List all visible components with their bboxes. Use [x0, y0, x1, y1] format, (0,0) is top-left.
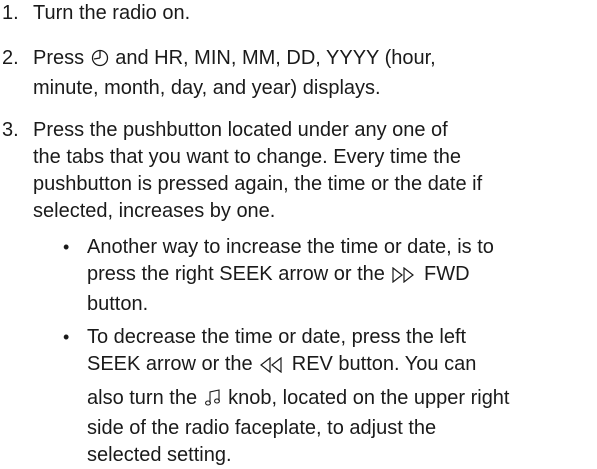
bullet-line: To decrease the time or date, press the …	[87, 326, 467, 348]
step-text: Turn the radio on.	[33, 0, 593, 27]
step-line: Turn the radio on.	[33, 2, 191, 24]
bullet-line: side of the radio faceplate, to adjust t…	[87, 417, 437, 439]
bullet-symbol: •	[63, 327, 70, 347]
rewind-icon	[259, 354, 285, 381]
step-line: the tabs that you want to change. Every …	[33, 146, 462, 168]
bullet-line: also turn the knob, located on the upper…	[87, 385, 597, 415]
step-line: pushbutton is pressed again, the time or…	[33, 173, 483, 195]
text-segment: knob, located on the upper right	[222, 387, 510, 409]
instruction-page: 1. Turn the radio on. 2. Press and HR, M…	[0, 0, 597, 469]
bullet-text: Another way to increase the time or date…	[87, 234, 597, 318]
bullet-line: button.	[87, 293, 149, 315]
step-number: 2.	[2, 47, 19, 69]
step-number: 1.	[2, 2, 19, 24]
fast-forward-icon	[391, 264, 417, 291]
step-line: selected, increases by one.	[33, 200, 276, 222]
bullet-symbol: •	[63, 237, 70, 257]
bullet-line: selected setting.	[87, 444, 232, 466]
bullet-line: SEEK arrow or the REV button. You can	[87, 351, 597, 381]
clock-icon	[91, 48, 109, 75]
text-segment: REV button. You can	[286, 353, 477, 375]
text-segment: also turn the	[87, 387, 203, 409]
bullet-line: Another way to increase the time or date…	[87, 236, 494, 258]
music-note-knob-icon	[204, 388, 222, 415]
bullet-text: To decrease the time or date, press the …	[87, 324, 597, 469]
text-segment: and HR, MIN, MM, DD, YYYY (hour,	[109, 47, 436, 69]
step-line: minute, month, day, and year) displays.	[33, 77, 381, 99]
step-number: 3.	[2, 119, 19, 141]
text-segment: press the right SEEK arrow or the	[87, 263, 391, 285]
text-segment: SEEK arrow or the	[87, 353, 259, 375]
bullet-line: press the right SEEK arrow or the FWD	[87, 261, 597, 291]
step-line: Press and HR, MIN, MM, DD, YYYY (hour,	[33, 45, 593, 75]
text-segment: Press	[33, 47, 90, 69]
step-text: Press and HR, MIN, MM, DD, YYYY (hour, m…	[33, 45, 593, 102]
step-line: Press the pushbutton located under any o…	[33, 119, 448, 141]
step-text: Press the pushbutton located under any o…	[33, 117, 593, 225]
text-segment: FWD	[418, 263, 470, 285]
